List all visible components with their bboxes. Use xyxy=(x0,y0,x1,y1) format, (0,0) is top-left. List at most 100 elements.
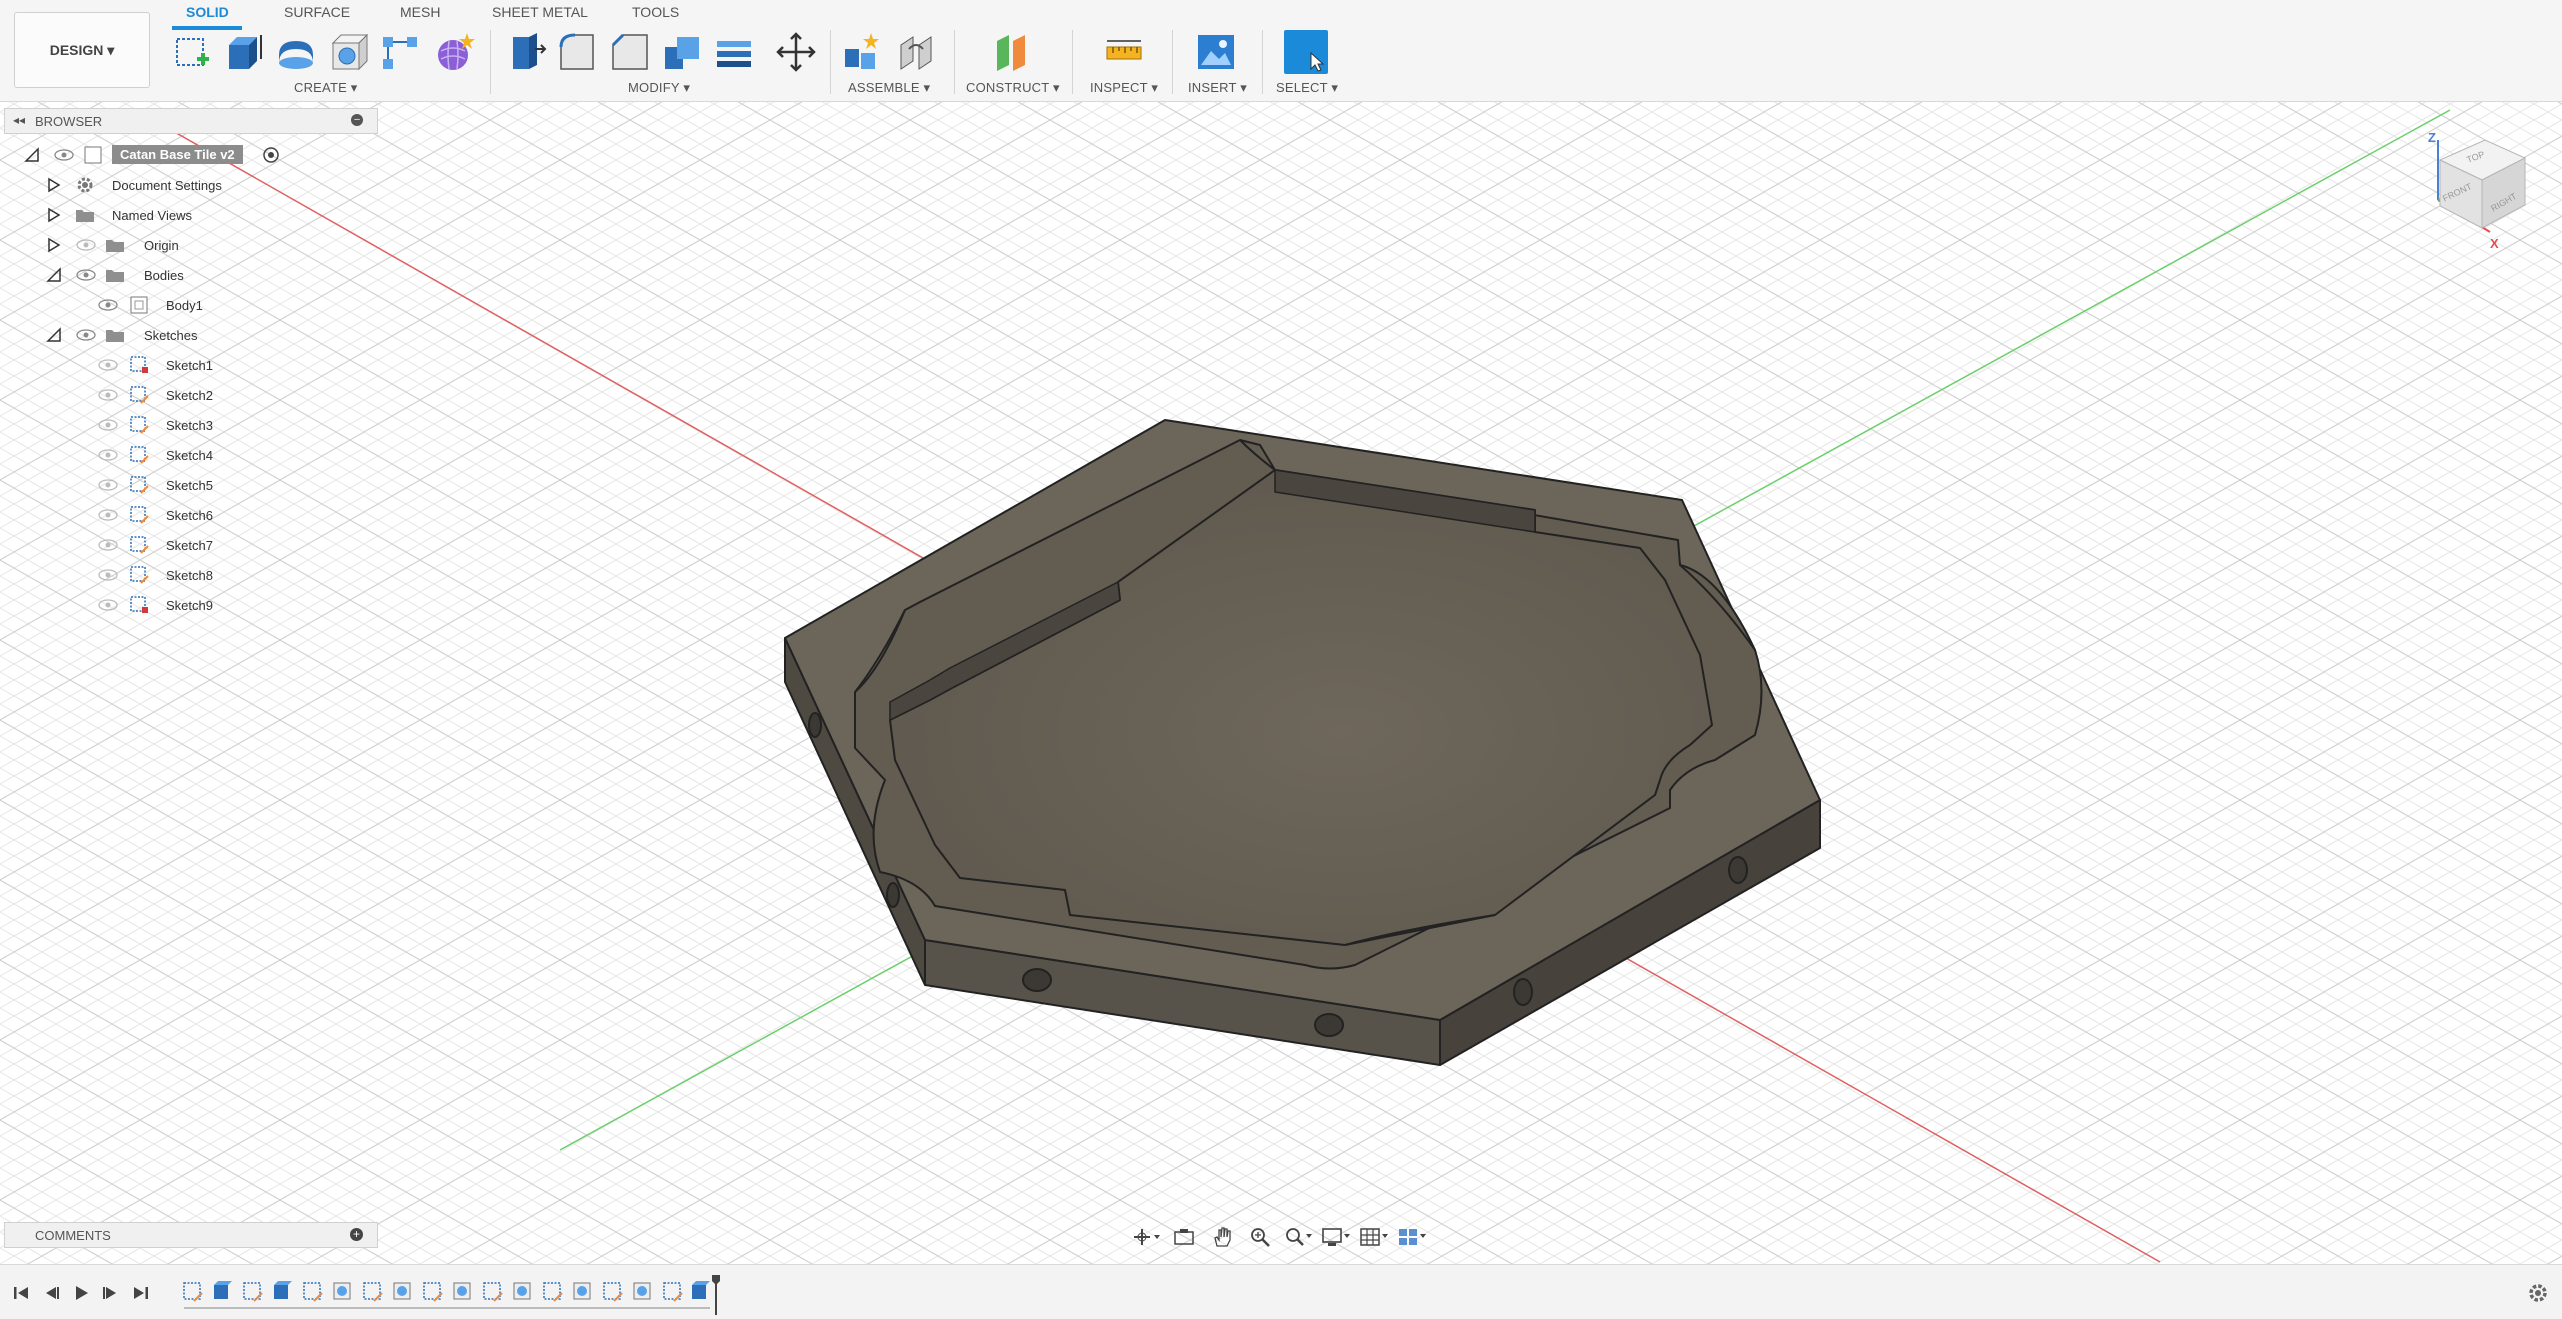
insert-menu[interactable]: INSERT ▾ xyxy=(1188,80,1247,96)
inspect-menu[interactable]: INSPECT ▾ xyxy=(1090,80,1158,96)
visibility-eye-icon[interactable] xyxy=(98,388,118,402)
expand-triangle-icon[interactable] xyxy=(46,177,62,193)
workspace-switcher-button[interactable]: DESIGN ▾ xyxy=(14,12,150,88)
browser-item-origin[interactable]: Origin xyxy=(0,232,380,258)
timeline-marker[interactable] xyxy=(712,1275,720,1315)
timeline-hole-icon[interactable] xyxy=(393,1282,411,1300)
pattern-button[interactable] xyxy=(378,30,422,74)
assemble-menu[interactable]: ASSEMBLE ▾ xyxy=(848,80,930,96)
expand-triangle-icon[interactable] xyxy=(46,207,62,223)
step-back-button[interactable] xyxy=(38,1281,64,1305)
step-forward-button[interactable] xyxy=(98,1281,124,1305)
timeline-extrude-icon[interactable] xyxy=(692,1281,710,1299)
visibility-eye-icon[interactable] xyxy=(76,268,96,282)
timeline-sketch-icon[interactable] xyxy=(483,1282,503,1302)
visibility-eye-icon[interactable] xyxy=(76,238,96,252)
browser-item-sketch[interactable]: Sketch3 xyxy=(0,412,380,438)
timeline-sketch-icon[interactable] xyxy=(423,1282,443,1302)
collapse-triangle-icon[interactable] xyxy=(46,327,62,343)
grid-settings-button[interactable] xyxy=(1358,1223,1390,1251)
browser-item-sketch[interactable]: Sketch4 xyxy=(0,442,380,468)
timeline-hole-icon[interactable] xyxy=(453,1282,471,1300)
select-menu[interactable]: SELECT ▾ xyxy=(1276,80,1338,96)
browser-panel-header[interactable]: ◂◂ BROWSER – xyxy=(4,108,378,134)
browser-item-bodies[interactable]: Bodies xyxy=(0,262,380,288)
collapse-triangle-icon[interactable] xyxy=(46,267,62,283)
browser-item-sketch[interactable]: Sketch6 xyxy=(0,502,380,528)
browser-item-document-settings[interactable]: Document Settings xyxy=(0,172,380,198)
browser-item-body1[interactable]: Body1 xyxy=(0,292,380,318)
tab-mesh[interactable]: MESH xyxy=(400,4,440,20)
joint-button[interactable] xyxy=(894,30,938,74)
visibility-eye-icon[interactable] xyxy=(98,448,118,462)
create-sketch-button[interactable] xyxy=(170,30,214,74)
revolve-button[interactable] xyxy=(274,30,318,74)
extrude-button[interactable] xyxy=(222,30,266,74)
look-at-button[interactable] xyxy=(1168,1223,1200,1251)
go-to-end-button[interactable] xyxy=(128,1281,154,1305)
offset-plane-button[interactable] xyxy=(990,30,1034,74)
timeline-extrude-icon[interactable] xyxy=(214,1281,232,1299)
timeline-sketch-icon[interactable] xyxy=(543,1282,563,1302)
collapse-panel-icon[interactable]: ◂◂ xyxy=(13,113,25,127)
timeline-sketch-icon[interactable] xyxy=(663,1282,683,1302)
combine-button[interactable] xyxy=(660,30,704,74)
tab-tools[interactable]: TOOLS xyxy=(632,4,679,20)
play-button[interactable] xyxy=(68,1281,94,1305)
browser-item-sketch[interactable]: Sketch8 xyxy=(0,562,380,588)
document-name[interactable]: Catan Base Tile v2 xyxy=(112,145,243,164)
browser-item-sketch[interactable]: Sketch5 xyxy=(0,472,380,498)
visibility-eye-icon[interactable] xyxy=(98,598,118,612)
browser-root-row[interactable]: Catan Base Tile v2 xyxy=(0,142,380,168)
visibility-eye-icon[interactable] xyxy=(98,358,118,372)
visibility-eye-icon[interactable] xyxy=(98,538,118,552)
display-settings-button[interactable] xyxy=(1320,1223,1352,1251)
timeline-hole-icon[interactable] xyxy=(513,1282,531,1300)
insert-canvas-button[interactable] xyxy=(1194,30,1238,74)
browser-item-sketches[interactable]: Sketches xyxy=(0,322,380,348)
browser-item-named-views[interactable]: Named Views xyxy=(0,202,380,228)
zoom-button[interactable] xyxy=(1244,1223,1276,1251)
timeline-sketch-icon[interactable] xyxy=(603,1282,623,1302)
timeline-hole-icon[interactable] xyxy=(573,1282,591,1300)
timeline-sketch-icon[interactable] xyxy=(243,1282,263,1302)
visibility-eye-icon[interactable] xyxy=(54,148,74,162)
tab-surface[interactable]: SURFACE xyxy=(284,4,350,20)
chamfer-button[interactable] xyxy=(608,30,652,74)
create-form-button[interactable] xyxy=(432,30,476,74)
shell-button[interactable] xyxy=(712,30,756,74)
go-to-start-button[interactable] xyxy=(8,1281,34,1305)
tab-sheet-metal[interactable]: SHEET METAL xyxy=(492,4,588,20)
timeline-sketch-icon[interactable] xyxy=(363,1282,383,1302)
viewports-button[interactable] xyxy=(1396,1223,1428,1251)
construct-menu[interactable]: CONSTRUCT ▾ xyxy=(966,80,1060,96)
timeline-settings-gear-icon[interactable] xyxy=(2526,1281,2550,1305)
timeline-hole-icon[interactable] xyxy=(333,1282,351,1300)
browser-item-sketch[interactable]: Sketch2 xyxy=(0,382,380,408)
expand-triangle-icon[interactable] xyxy=(24,147,40,163)
orbit-button[interactable] xyxy=(1130,1223,1162,1251)
timeline-sketch-icon[interactable] xyxy=(303,1282,323,1302)
hole-button[interactable] xyxy=(326,30,370,74)
3d-viewport[interactable]: TOP FRONT RIGHT Z X xyxy=(0,0,2562,1319)
move-copy-button[interactable] xyxy=(774,30,818,74)
fillet-button[interactable] xyxy=(556,30,600,74)
press-pull-button[interactable] xyxy=(504,30,548,74)
visibility-eye-icon[interactable] xyxy=(98,298,118,312)
visibility-eye-icon[interactable] xyxy=(98,568,118,582)
visibility-eye-icon[interactable] xyxy=(98,478,118,492)
browser-item-sketch[interactable]: Sketch7 xyxy=(0,532,380,558)
expand-triangle-icon[interactable] xyxy=(46,237,62,253)
comments-panel-header[interactable]: COMMENTS + xyxy=(4,1222,378,1248)
measure-button[interactable] xyxy=(1102,30,1146,74)
pan-button[interactable] xyxy=(1206,1223,1238,1251)
visibility-eye-icon[interactable] xyxy=(98,418,118,432)
panel-options-icon[interactable]: – xyxy=(351,114,363,126)
select-button[interactable] xyxy=(1284,30,1328,74)
browser-item-sketch[interactable]: Sketch1 xyxy=(0,352,380,378)
timeline-hole-icon[interactable] xyxy=(633,1282,651,1300)
add-comment-icon[interactable]: + xyxy=(350,1228,363,1241)
tab-solid[interactable]: SOLID xyxy=(186,4,229,20)
timeline-extrude-icon[interactable] xyxy=(274,1281,292,1299)
active-target-icon[interactable] xyxy=(262,146,280,164)
